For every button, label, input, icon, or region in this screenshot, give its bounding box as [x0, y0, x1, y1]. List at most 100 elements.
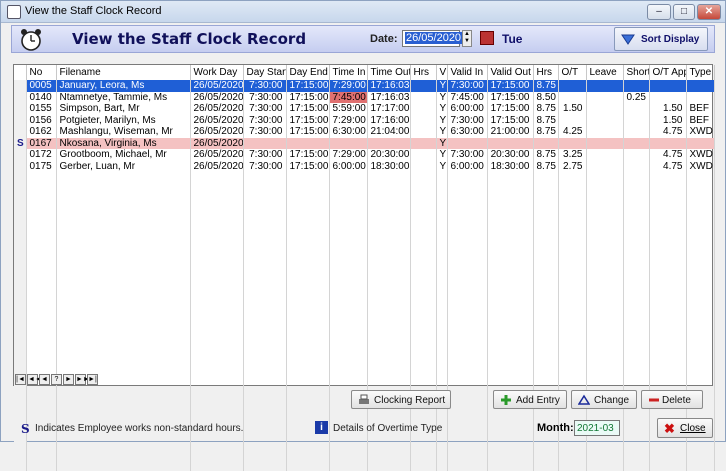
- close-button[interactable]: ✖ Close: [657, 418, 713, 438]
- empty-cell: [649, 230, 686, 242]
- column-header[interactable]: Day Start: [243, 65, 286, 80]
- empty-cell: [190, 287, 243, 299]
- empty-cell: [558, 264, 586, 276]
- column-header[interactable]: Time Out: [367, 65, 410, 80]
- empty-cell: [649, 218, 686, 230]
- column-header[interactable]: Hrs: [410, 65, 436, 80]
- table-cell: 8.75: [533, 80, 558, 92]
- empty-cell: [190, 460, 243, 471]
- empty-cell: [623, 368, 649, 380]
- empty-cell: [56, 345, 190, 357]
- table-cell: 7:29:00: [329, 149, 367, 161]
- maximize-button[interactable]: □: [673, 4, 695, 20]
- table-cell: 0140: [26, 92, 56, 104]
- delete-button[interactable]: Delete: [641, 390, 703, 409]
- column-header[interactable]: Hrs: [533, 65, 558, 80]
- nav-button[interactable]: ?: [51, 374, 62, 385]
- table-row[interactable]: 0162Mashlangu, Wiseman, Mr26/05/20207:30…: [14, 126, 714, 138]
- column-header[interactable]: O/T App: [649, 65, 686, 80]
- table-cell: 17:15:00: [286, 103, 329, 115]
- empty-cell: [26, 184, 56, 196]
- table-cell: 17:15:00: [487, 115, 533, 127]
- change-button[interactable]: Change: [571, 390, 637, 409]
- table-row[interactable]: S0167Nkosana, Virginia, Ms26/05/2020Y: [14, 138, 714, 150]
- empty-cell: [26, 253, 56, 265]
- column-header[interactable]: O/T: [558, 65, 586, 80]
- empty-cell: [14, 356, 26, 368]
- column-header[interactable]: Type: [686, 65, 714, 80]
- empty-cell: [487, 333, 533, 345]
- empty-cell: [436, 460, 447, 471]
- empty-cell: [686, 195, 714, 207]
- calendar-icon[interactable]: [480, 31, 494, 45]
- empty-cell: [243, 448, 286, 460]
- empty-cell: [286, 184, 329, 196]
- empty-cell: [286, 276, 329, 288]
- empty-cell: [533, 195, 558, 207]
- minimize-button[interactable]: –: [647, 4, 671, 20]
- empty-cell: [26, 287, 56, 299]
- table-row[interactable]: 0140Ntamnetye, Tammie, Ms26/05/20207:30:…: [14, 92, 714, 104]
- info-icon[interactable]: i: [315, 421, 328, 434]
- column-header[interactable]: No: [26, 65, 56, 80]
- table-cell: [558, 115, 586, 127]
- empty-cell: [447, 172, 487, 184]
- empty-cell: [190, 310, 243, 322]
- table-row[interactable]: 0172Grootboom, Michael, Mr26/05/20207:30…: [14, 149, 714, 161]
- minus-icon: [648, 394, 660, 406]
- empty-cell: [243, 402, 286, 414]
- table-cell: 18:30:00: [367, 161, 410, 173]
- legend-text: Indicates Employee works non-standard ho…: [35, 423, 243, 434]
- column-header[interactable]: Filename: [56, 65, 190, 80]
- empty-cell: [623, 287, 649, 299]
- nav-button[interactable]: ◄: [39, 374, 50, 385]
- empty-cell: [586, 230, 623, 242]
- table-cell: Y: [436, 149, 447, 161]
- nav-button[interactable]: ►►: [75, 374, 86, 385]
- empty-cell: [623, 310, 649, 322]
- empty-cell: [410, 299, 436, 311]
- column-header[interactable]: Valid In: [447, 65, 487, 80]
- date-spinner[interactable]: ▲▼: [462, 30, 472, 47]
- empty-cell: [243, 356, 286, 368]
- month-input[interactable]: 2021-03: [574, 420, 620, 436]
- empty-cell: [14, 287, 26, 299]
- date-input[interactable]: 26/05/2020: [402, 30, 460, 47]
- sort-display-button[interactable]: Sort Display: [614, 27, 708, 51]
- column-header[interactable]: Short: [623, 65, 649, 80]
- close-window-button[interactable]: ✕: [697, 4, 721, 20]
- column-header[interactable]: Valid Out: [487, 65, 533, 80]
- column-header[interactable]: Time In: [329, 65, 367, 80]
- column-header[interactable]: Work Day: [190, 65, 243, 80]
- table-row[interactable]: 0175Gerber, Luan, Mr26/05/20207:30:0017:…: [14, 161, 714, 173]
- empty-cell: [487, 172, 533, 184]
- empty-cell: [447, 264, 487, 276]
- clock-record-grid[interactable]: NoFilenameWork DayDay StartDay EndTime I…: [13, 64, 713, 386]
- clocking-report-button[interactable]: Clocking Report: [351, 390, 451, 409]
- table-cell: 4.75: [649, 149, 686, 161]
- table-row[interactable]: 0155Simpson, Bart, Mr26/05/20207:30:0017…: [14, 103, 714, 115]
- add-entry-button[interactable]: Add Entry: [493, 390, 567, 409]
- table-row[interactable]: 0156Potgieter, Marilyn, Ms26/05/20207:30…: [14, 115, 714, 127]
- column-header[interactable]: Day End: [286, 65, 329, 80]
- column-header[interactable]: V: [436, 65, 447, 80]
- nav-button[interactable]: ►: [63, 374, 74, 385]
- nav-button[interactable]: |◄: [15, 374, 26, 385]
- column-header[interactable]: Leave: [586, 65, 623, 80]
- table-cell: [533, 138, 558, 150]
- empty-cell: [329, 460, 367, 471]
- table-cell: 0175: [26, 161, 56, 173]
- table-row[interactable]: 0005January, Leora, Ms26/05/20207:30:001…: [14, 80, 714, 92]
- table-cell: 17:15:00: [487, 80, 533, 92]
- overtime-type-details-link[interactable]: Details of Overtime Type: [333, 423, 442, 434]
- empty-cell: [487, 264, 533, 276]
- table-cell: [558, 138, 586, 150]
- empty-cell: [558, 345, 586, 357]
- empty-cell: [686, 368, 714, 380]
- empty-cell: [14, 172, 26, 184]
- table-cell: [586, 138, 623, 150]
- empty-cell: [14, 391, 26, 403]
- empty-cell: [14, 345, 26, 357]
- nav-button[interactable]: ►|: [87, 374, 98, 385]
- nav-button[interactable]: ◄◄: [27, 374, 38, 385]
